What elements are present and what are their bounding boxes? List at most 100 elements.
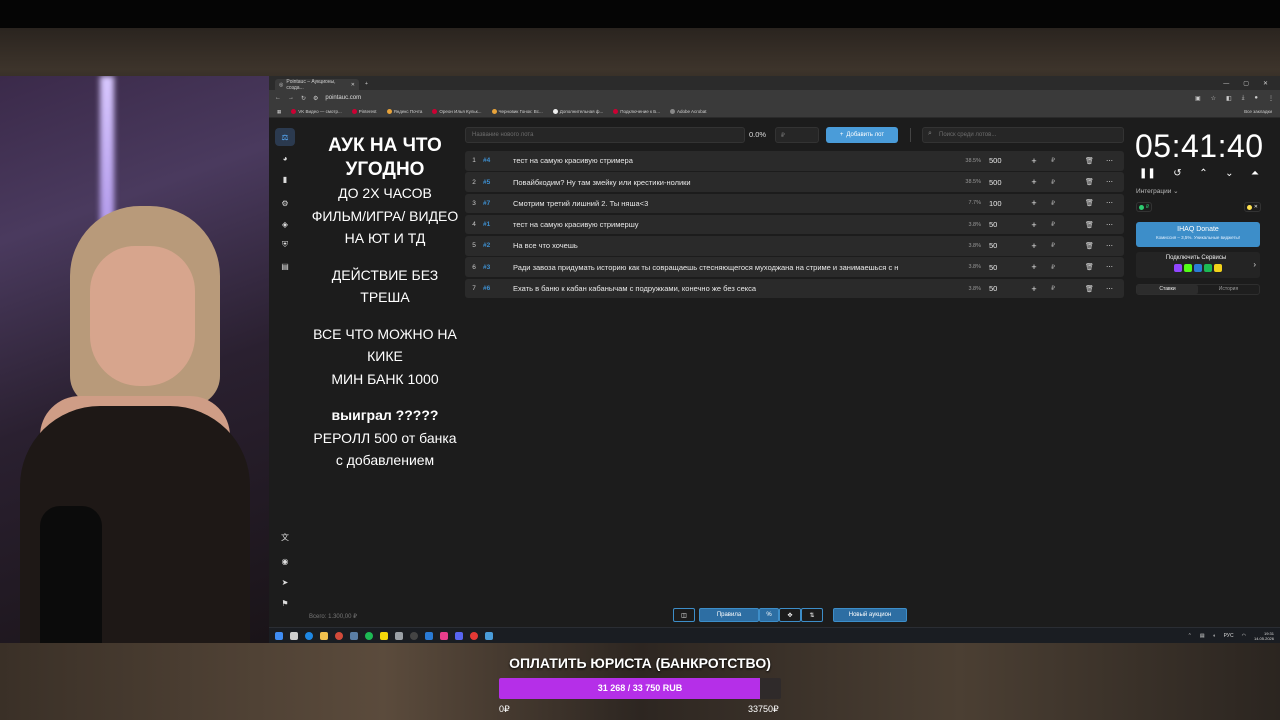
- chevron-up-icon[interactable]: ⌃: [1199, 168, 1207, 179]
- edit-icon[interactable]: ₽: [1045, 242, 1061, 249]
- menu-icon[interactable]: ⋮: [1268, 95, 1274, 102]
- lot-amount[interactable]: 50: [989, 220, 1023, 229]
- delete-icon[interactable]: 🗑: [1085, 199, 1094, 207]
- url-field[interactable]: pointauc.com: [325, 95, 361, 101]
- app-icon[interactable]: [395, 631, 403, 640]
- more-icon[interactable]: ⋯: [1106, 178, 1113, 186]
- add-bid-icon[interactable]: +: [1023, 198, 1045, 208]
- edit-icon[interactable]: ₽: [1045, 200, 1061, 207]
- edit-icon[interactable]: ₽: [1045, 264, 1061, 271]
- edge-icon[interactable]: [305, 631, 313, 640]
- chrome-icon[interactable]: [335, 631, 343, 640]
- ihaq-donate-banner[interactable]: IHAQ Donate Комиссия – 3,5%. Уникальные …: [1136, 222, 1260, 247]
- lot-name[interactable]: тест на самую красивую стримера: [513, 156, 949, 165]
- delete-icon[interactable]: 🗑: [1085, 242, 1094, 250]
- delete-icon[interactable]: 🗑: [1085, 178, 1094, 186]
- lot-row[interactable]: 1 #4 тест на самую красивую стримера 38.5% 5…: [465, 151, 1124, 171]
- wheel-nav-icon[interactable]: ◕: [275, 149, 295, 167]
- telegram-app-icon[interactable]: [425, 631, 433, 640]
- chevron-down-icon[interactable]: ⌄: [1225, 168, 1233, 179]
- telegram-icon[interactable]: ➤: [275, 573, 295, 591]
- new-tab-icon[interactable]: +: [365, 79, 368, 90]
- lot-amount[interactable]: 500: [989, 178, 1023, 187]
- extensions-icon[interactable]: ◧: [1226, 95, 1232, 102]
- lot-name-input[interactable]: Название нового лота: [465, 127, 745, 143]
- rules-button[interactable]: Правила: [699, 608, 759, 622]
- double-chevron-up-icon[interactable]: ⏶: [1251, 168, 1259, 179]
- edit-icon[interactable]: ₽: [1045, 179, 1061, 186]
- twitch-integration[interactable]: ✕: [1243, 202, 1261, 212]
- lot-amount[interactable]: 50: [989, 263, 1023, 272]
- add-bid-icon[interactable]: +: [1023, 220, 1045, 230]
- lot-name[interactable]: Смотрим третий лишний 2. Ты няша<3: [513, 199, 949, 208]
- back-icon[interactable]: ←: [275, 95, 281, 101]
- obs-icon[interactable]: [410, 631, 418, 640]
- more-icon[interactable]: ⋯: [1106, 199, 1113, 207]
- lot-amount-input[interactable]: ₽: [775, 127, 819, 143]
- connect-services-button[interactable]: Подключить Сервисы ›: [1136, 252, 1260, 278]
- tab-history[interactable]: История: [1198, 285, 1259, 294]
- add-bid-icon[interactable]: +: [1023, 241, 1045, 251]
- integrations-dropdown[interactable]: Интеграции ⌄: [1136, 187, 1179, 195]
- add-bid-icon[interactable]: +: [1023, 262, 1045, 272]
- bookmark-item[interactable]: Ореон Илья Кульк...: [432, 109, 482, 114]
- lot-name[interactable]: Ради завоза придумать историю как ты сов…: [513, 263, 949, 272]
- move-button[interactable]: ✥: [779, 608, 801, 622]
- layout-toggle-button[interactable]: ◫: [673, 608, 695, 622]
- start-icon[interactable]: [275, 631, 283, 640]
- more-icon[interactable]: ⋯: [1106, 285, 1113, 293]
- lot-row[interactable]: 4 #1 тест на самую красивую стримершу 3.8% 5…: [465, 214, 1124, 235]
- volume-icon[interactable]: ◖: [1213, 633, 1216, 639]
- bookmark-item[interactable]: Яндекс Почта: [386, 109, 422, 114]
- report-icon[interactable]: ⚑: [275, 594, 295, 612]
- bookmark-item[interactable]: Adobe Acrobat: [669, 109, 707, 114]
- reset-icon[interactable]: ↺: [1173, 168, 1181, 179]
- auction-nav-icon[interactable]: ⚖: [275, 128, 295, 146]
- wifi-icon[interactable]: ◠: [1242, 633, 1246, 639]
- all-bookmarks[interactable]: Все закладки: [1244, 109, 1272, 114]
- edit-icon[interactable]: ₽: [1045, 221, 1061, 228]
- browser-tab[interactable]: ◎ Pointauc – Аукционы, созда... ✕: [275, 79, 359, 91]
- download-icon[interactable]: ⤓: [1242, 95, 1245, 102]
- sort-button[interactable]: ⇅: [801, 608, 823, 622]
- lot-row[interactable]: 6 #3 Ради завоза придумать историю как ты …: [465, 257, 1124, 277]
- donation-integration[interactable]: ₽: [1136, 202, 1153, 212]
- translate-icon[interactable]: ▣: [1195, 95, 1201, 102]
- minimize-icon[interactable]: —: [1223, 78, 1229, 90]
- bookmark-item[interactable]: Черновик Гонок: Вс...: [491, 109, 543, 114]
- delete-icon[interactable]: 🗑: [1085, 263, 1094, 271]
- yandex-icon[interactable]: [470, 631, 478, 640]
- bookmark-item[interactable]: Подключение к Б...: [613, 109, 660, 114]
- site-info-icon[interactable]: ⚙: [313, 95, 318, 102]
- lot-row[interactable]: 3 #7 Смотрим третий лишний 2. Ты няша<3 7.7…: [465, 193, 1124, 214]
- bookmark-item[interactable]: VK Видео — смотр...: [291, 109, 342, 114]
- network-icon[interactable]: ▤: [1200, 633, 1205, 639]
- lot-amount[interactable]: 50: [989, 241, 1023, 250]
- delete-icon[interactable]: 🗑: [1085, 221, 1094, 229]
- profile-icon[interactable]: ●: [1254, 95, 1258, 102]
- percent-toggle-button[interactable]: %: [759, 608, 779, 622]
- close-window-icon[interactable]: ✕: [1263, 78, 1268, 90]
- steam-icon[interactable]: [350, 631, 358, 640]
- delete-icon[interactable]: 🗑: [1085, 285, 1094, 293]
- delete-icon[interactable]: 🗑: [1085, 157, 1094, 165]
- new-auction-button[interactable]: Новый аукцион: [833, 608, 907, 622]
- stats-nav-icon[interactable]: ▮: [275, 170, 295, 188]
- add-bid-icon[interactable]: +: [1023, 177, 1045, 187]
- pause-icon[interactable]: ❚❚: [1139, 168, 1156, 179]
- bookmark-item[interactable]: Pinterest: [351, 109, 377, 114]
- forward-icon[interactable]: →: [288, 95, 294, 101]
- spotify-icon[interactable]: [365, 631, 373, 640]
- tab-bets[interactable]: Ставки: [1137, 285, 1198, 294]
- add-lot-button[interactable]: + Добавить лот: [826, 127, 898, 143]
- app-icon[interactable]: [485, 631, 493, 640]
- github-icon[interactable]: ◉: [275, 552, 295, 570]
- lot-name[interactable]: Повайбкодим? Ну там змейку или крестики-…: [513, 178, 949, 187]
- bookmark-item[interactable]: Дополнительная ф...: [552, 109, 603, 114]
- more-icon[interactable]: ⋯: [1106, 221, 1113, 229]
- lot-row[interactable]: 5 #2 На все что хочешь 3.8% 50 + ₽ 🗑 ⋯: [465, 236, 1124, 256]
- add-bid-icon[interactable]: +: [1023, 284, 1045, 294]
- lot-row[interactable]: 2 #5 Повайбкодим? Ну там змейку или крести…: [465, 172, 1124, 192]
- more-icon[interactable]: ⋯: [1106, 263, 1113, 271]
- close-tab-icon[interactable]: ✕: [351, 82, 355, 88]
